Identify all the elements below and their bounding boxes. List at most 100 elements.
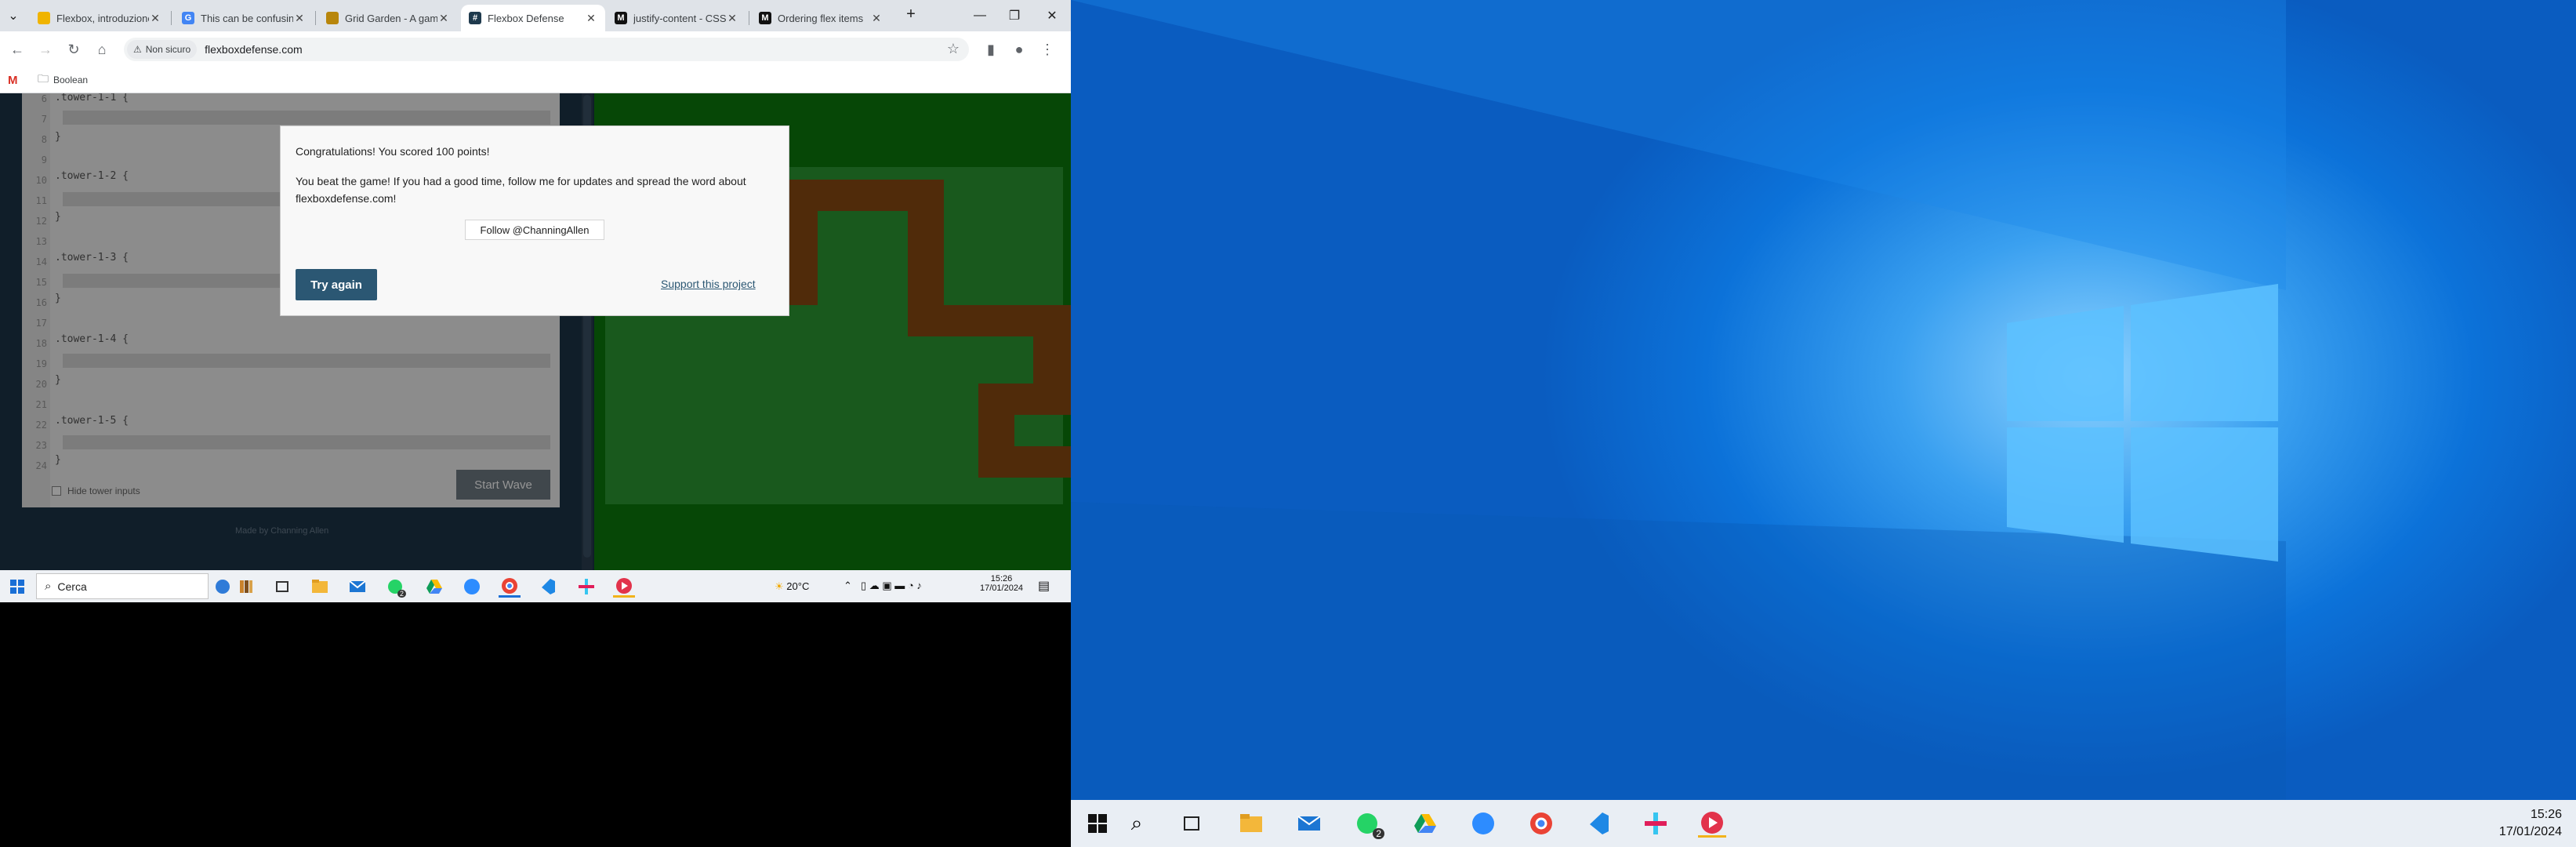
file-explorer-icon[interactable] [1237,809,1265,838]
tab-strip: ⌄ Flexbox, introduzione ✕ G This can be … [0,0,1071,31]
try-again-button[interactable]: Try again [296,269,377,300]
zoom-icon[interactable] [461,576,483,598]
chrome-icon[interactable] [1527,809,1555,838]
tab-title: justify-content - CSS [633,12,726,24]
zoom-icon[interactable] [1469,809,1497,838]
close-window-icon[interactable]: ✕ [1036,5,1068,27]
tray-icons[interactable]: ▯ ☁ ▣ ▬ ◔ ♪ [861,580,922,592]
browser-tab-5[interactable]: M justify-content - CSS ✕ [607,5,746,31]
game-over-dialog: Congratulations! You scored 100 points! … [280,125,789,316]
clock-time: 15:26 [990,574,1013,583]
vscode-icon[interactable] [536,576,558,598]
address-bar[interactable]: ⚠ Non sicuro flexboxdefense.com ☆ [124,38,969,61]
bookmark-star-icon[interactable]: ☆ [947,41,960,57]
gmail-bookmark-icon[interactable]: M [8,72,18,88]
taskbar-right-monitor: ⌕ 2 15:26 17/01/2024 [1071,800,2576,847]
right-monitor-desktop: ⌕ 2 15:26 17/01/2024 [1071,0,2576,847]
reload-icon[interactable]: ↻ [63,39,85,60]
system-clock[interactable]: 15:26 17/01/2024 [2499,806,2562,841]
weather-temp: 20°C [786,580,810,592]
search-placeholder: Cerca [57,580,87,593]
whatsapp-icon[interactable]: 2 [384,576,406,598]
profile-avatar-icon[interactable]: ● [1008,39,1030,60]
tab-close-icon[interactable]: ✕ [293,12,306,25]
follow-twitter-button[interactable]: Follow @ChanningAllen [465,220,604,240]
security-label: Non sicuro [145,44,191,55]
clock-time: 15:26 [2530,808,2562,821]
google-favicon-icon: G [182,12,194,24]
bookmark-folder-boolean[interactable]: 🗀 Boolean [38,72,88,88]
bookmarks-bar: M 🗀 Boolean [0,67,1071,93]
tab-close-icon[interactable]: ✕ [437,12,450,25]
tab-favicon-icon [326,12,339,24]
mail-icon[interactable] [1295,809,1323,838]
file-explorer-icon[interactable] [309,576,331,598]
tab-title: Flexbox, introduzione [56,12,149,24]
screen-recorder-icon[interactable] [613,576,635,598]
home-icon[interactable]: ⌂ [91,39,113,60]
mdn-favicon-icon: M [759,12,771,24]
win-message: You beat the game! If you had a good tim… [296,175,746,205]
system-clock[interactable]: 15:26 17/01/2024 [980,574,1023,593]
tab-title: Flexbox Defense [488,12,564,24]
menu-kebab-icon[interactable]: ⋮ [1036,39,1058,60]
chrome-icon[interactable] [499,576,521,598]
tab-title: This can be confusing [201,12,293,24]
notification-badge: 2 [1373,828,1384,839]
tab-title: Grid Garden - A game [345,12,437,24]
taskbar-left-monitor: ⌕ Cerca 2 ☀ 20°C ⌃ ▯ ☁ ▣ ▬ ◔ ♪ 15:26 17/… [0,570,1071,602]
browser-tab-1[interactable]: Flexbox, introduzione ✕ [30,5,169,31]
notification-badge: 2 [397,590,406,598]
copilot-icon[interactable] [212,576,234,598]
restore-icon[interactable]: ❐ [999,5,1030,27]
browser-toolbar: ← → ↻ ⌂ ⚠ Non sicuro flexboxdefense.com … [0,31,1071,67]
google-drive-icon[interactable] [423,576,445,598]
notification-center-icon[interactable]: ▤ [1038,578,1050,594]
tab-close-icon[interactable]: ✕ [870,12,883,25]
wallpaper-windows-logo [1071,0,2286,800]
vscode-icon[interactable] [1584,809,1612,838]
google-drive-icon[interactable] [1411,809,1439,838]
new-tab-button[interactable]: + [895,3,927,25]
search-icon[interactable]: ⌕ [1123,809,1151,838]
screen-recorder-icon[interactable] [1698,809,1726,838]
tab-favicon-icon [38,12,50,24]
browser-tab-6[interactable]: M Ordering flex items ✕ [751,5,891,31]
task-view-icon[interactable] [271,576,293,598]
windows-start-icon[interactable] [6,576,28,598]
slack-icon[interactable] [575,576,597,598]
mdn-favicon-icon: M [615,12,627,24]
tray-chevron-icon[interactable]: ⌃ [844,580,852,592]
browser-tab-3[interactable]: Grid Garden - A game ✕ [318,5,458,31]
browser-tab-2[interactable]: G This can be confusing ✕ [174,5,314,31]
empty-black-area [0,602,1071,847]
clock-date: 17/01/2024 [2498,825,2562,838]
task-view-icon[interactable] [1177,809,1206,838]
tab-close-icon[interactable]: ✕ [149,12,161,25]
tab-favicon-icon: # [469,12,481,24]
tab-close-icon[interactable]: ✕ [585,12,597,25]
back-icon[interactable]: ← [6,39,28,60]
bookmark-label: Boolean [53,75,89,85]
minimize-icon[interactable]: — [964,5,996,27]
weather-icon: ☀ [775,580,784,592]
score-message: Congratulations! You scored 100 points! [296,145,490,158]
support-project-link[interactable]: Support this project [661,278,756,290]
security-indicator[interactable]: ⚠ Non sicuro [127,40,198,59]
side-panel-icon[interactable]: ▮ [980,39,1002,60]
slack-icon[interactable] [1642,809,1670,838]
books-icon[interactable] [235,576,257,598]
tab-title: Ordering flex items [778,12,864,24]
clock-date: 17/01/2024 [980,583,1024,593]
tab-close-icon[interactable]: ✕ [726,12,738,25]
windows-start-icon[interactable] [1083,809,1112,838]
search-icon: ⌕ [45,580,52,593]
mail-icon[interactable] [346,576,368,598]
url-text: flexboxdefense.com [205,43,303,56]
weather-widget[interactable]: ☀ 20°C [775,580,809,593]
taskbar-search-box[interactable]: ⌕ Cerca [36,573,209,599]
tab-search-chevron-icon[interactable]: ⌄ [2,5,25,27]
forward-icon[interactable]: → [34,39,56,60]
whatsapp-icon[interactable]: 2 [1353,809,1384,839]
browser-tab-4-active[interactable]: # Flexbox Defense ✕ [461,5,605,31]
